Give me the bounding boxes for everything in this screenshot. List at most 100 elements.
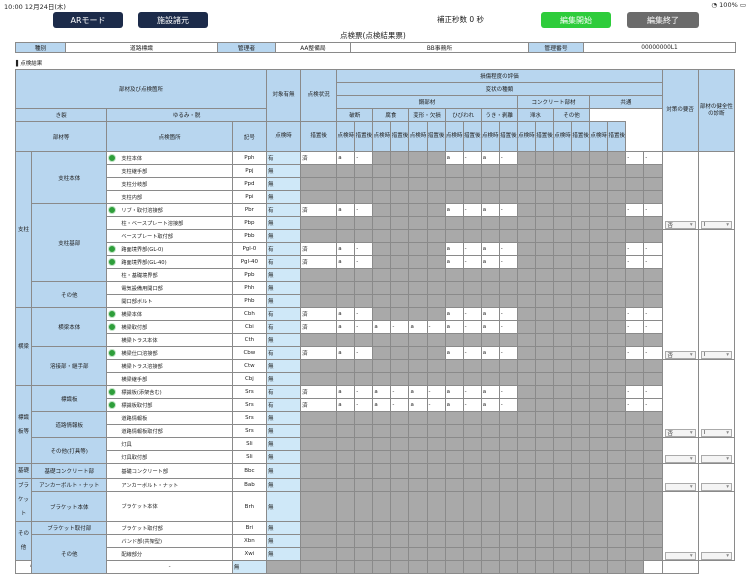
eval-cell[interactable] (607, 294, 627, 308)
eval-cell[interactable]: - (390, 320, 410, 334)
inspection-location-cell[interactable]: 支柱本体 (106, 151, 233, 165)
health-cell[interactable] (661, 560, 699, 574)
eval-cell[interactable] (534, 491, 554, 522)
eval-cell[interactable] (534, 437, 554, 451)
eval-cell[interactable] (552, 450, 573, 464)
eval-cell[interactable] (480, 229, 500, 243)
target-cell[interactable]: 無 (265, 359, 302, 373)
eval-cell[interactable] (444, 216, 464, 230)
eval-cell[interactable]: - (462, 242, 482, 256)
eval-cell[interactable] (372, 307, 392, 321)
eval-cell[interactable] (643, 491, 663, 522)
eval-cell[interactable] (516, 385, 536, 399)
eval-cell[interactable] (372, 177, 392, 191)
eval-cell[interactable] (336, 450, 356, 464)
eval-cell[interactable] (607, 190, 627, 204)
eval-cell[interactable] (480, 491, 500, 522)
eval-cell[interactable] (625, 281, 645, 295)
eval-cell[interactable] (516, 268, 536, 282)
eval-cell[interactable] (552, 242, 573, 256)
status-cell[interactable]: 済 (300, 255, 338, 269)
target-cell[interactable]: 無 (265, 281, 302, 295)
photo-marker-icon[interactable] (108, 245, 117, 253)
eval-cell[interactable] (408, 424, 428, 438)
eval-cell[interactable] (480, 372, 500, 386)
eval-cell[interactable] (534, 385, 554, 399)
eval-cell[interactable] (408, 190, 428, 204)
eval-cell[interactable] (336, 281, 356, 295)
eval-cell[interactable] (625, 268, 645, 282)
eval-cell[interactable] (444, 437, 464, 451)
eval-cell[interactable]: a (480, 398, 500, 412)
eval-cell[interactable] (516, 450, 536, 464)
eval-cell[interactable] (354, 521, 374, 535)
eval-cell[interactable] (498, 190, 518, 204)
eval-cell[interactable] (534, 463, 554, 479)
eval-cell[interactable] (426, 491, 446, 522)
eval-cell[interactable] (625, 216, 645, 230)
target-cell[interactable]: 無 (231, 560, 267, 574)
eval-cell[interactable] (607, 229, 627, 243)
photo-marker-icon[interactable] (108, 258, 117, 266)
eval-cell[interactable] (571, 203, 591, 217)
eval-cell[interactable] (643, 190, 663, 204)
eval-cell[interactable]: - (354, 398, 374, 412)
target-cell[interactable]: 無 (265, 333, 302, 347)
eval-cell[interactable] (408, 521, 428, 535)
eval-cell[interactable] (426, 164, 446, 178)
target-cell[interactable]: 無 (265, 190, 302, 204)
eval-cell[interactable] (444, 560, 464, 574)
target-cell[interactable]: 無 (265, 268, 302, 282)
inspection-location-cell[interactable]: 灯具取付部 (106, 450, 233, 464)
eval-cell[interactable]: - (498, 385, 518, 399)
eval-cell[interactable] (571, 242, 591, 256)
eval-cell[interactable] (498, 547, 518, 561)
eval-cell[interactable]: a (336, 255, 356, 269)
eval-cell[interactable] (498, 463, 518, 479)
eval-cell[interactable] (516, 534, 536, 548)
eval-cell[interactable]: - (426, 320, 446, 334)
eval-cell[interactable] (552, 216, 573, 230)
eval-cell[interactable]: - (462, 255, 482, 269)
inspection-location-cell[interactable]: 基礎コンクリート部 (106, 463, 233, 479)
eval-cell[interactable]: a (408, 398, 428, 412)
status-cell[interactable] (300, 450, 338, 464)
eval-cell[interactable] (408, 307, 428, 321)
eval-cell[interactable] (408, 411, 428, 425)
eval-cell[interactable]: a (444, 320, 464, 334)
eval-cell[interactable]: - (462, 151, 482, 165)
eval-cell[interactable] (354, 450, 374, 464)
eval-cell[interactable] (444, 463, 464, 479)
eval-cell[interactable] (643, 424, 663, 438)
eval-cell[interactable] (516, 307, 536, 321)
target-cell[interactable]: 無 (265, 216, 302, 230)
eval-cell[interactable] (625, 229, 645, 243)
eval-cell[interactable] (444, 190, 464, 204)
eval-cell[interactable] (589, 521, 609, 535)
eval-cell[interactable] (552, 560, 573, 574)
eval-cell[interactable] (534, 242, 554, 256)
eval-cell[interactable] (462, 463, 482, 479)
eval-cell[interactable] (480, 560, 500, 574)
eval-cell[interactable] (571, 560, 591, 574)
eval-cell[interactable] (444, 164, 464, 178)
eval-cell[interactable] (516, 478, 536, 492)
eval-cell[interactable] (498, 560, 518, 574)
eval-cell[interactable] (643, 268, 663, 282)
eval-cell[interactable] (426, 437, 446, 451)
eval-cell[interactable] (625, 190, 645, 204)
eval-cell[interactable]: - (498, 242, 518, 256)
eval-cell[interactable] (462, 229, 482, 243)
eval-cell[interactable] (552, 547, 573, 561)
inspection-location-cell[interactable]: 横梁トラス本体 (106, 333, 233, 347)
eval-cell[interactable]: - (498, 203, 518, 217)
inspection-location-cell[interactable]: 開口部ボルト (106, 294, 233, 308)
eval-cell[interactable] (643, 521, 663, 535)
eval-cell[interactable] (462, 450, 482, 464)
eval-cell[interactable] (534, 478, 554, 492)
eval-cell[interactable] (498, 216, 518, 230)
eval-cell[interactable] (589, 411, 609, 425)
eval-cell[interactable] (372, 281, 392, 295)
measure-need-cell[interactable]: 否 ▾ (661, 229, 699, 360)
eval-cell[interactable] (444, 372, 464, 386)
